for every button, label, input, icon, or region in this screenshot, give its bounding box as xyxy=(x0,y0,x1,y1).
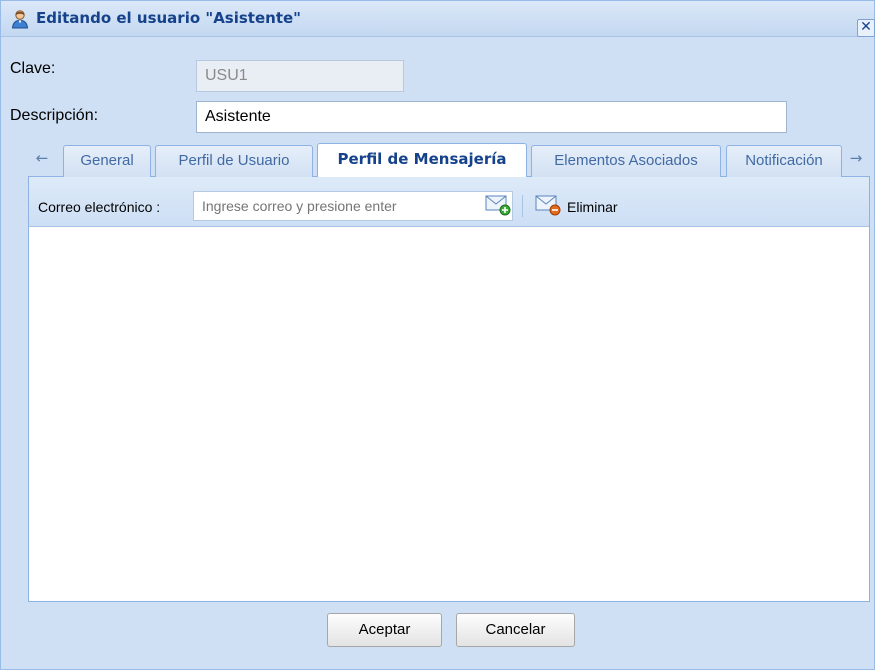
accept-button[interactable]: Aceptar xyxy=(327,613,442,647)
mail-add-icon[interactable] xyxy=(485,194,511,216)
tab-notificacion[interactable]: Notificación xyxy=(726,145,842,177)
cancel-button[interactable]: Cancelar xyxy=(456,613,575,647)
close-button[interactable]: ✕ xyxy=(857,19,875,37)
toolbar-separator xyxy=(522,195,523,217)
email-input[interactable] xyxy=(193,191,513,221)
tab-elementos-asociados[interactable]: Elementos Asociados xyxy=(531,145,721,177)
mail-delete-icon[interactable] xyxy=(535,194,561,216)
descripcion-field[interactable]: Asistente xyxy=(196,101,787,133)
close-icon: ✕ xyxy=(860,19,872,35)
tab-perfil-de-mensajeria[interactable]: Perfil de Mensajería xyxy=(317,143,527,178)
email-toolbar: Correo electrónico : Elimina xyxy=(29,177,869,227)
tab-perfil-de-usuario[interactable]: Perfil de Usuario xyxy=(155,145,313,177)
tab-strip: ← General Perfil de Usuario Perfil de Me… xyxy=(28,141,870,178)
clave-label: Clave: xyxy=(10,60,56,77)
messaging-profile-panel: Correo electrónico : Elimina xyxy=(28,177,870,602)
dialog-titlebar[interactable]: Editando el usuario "Asistente" xyxy=(1,1,874,37)
dialog-title: Editando el usuario "Asistente" xyxy=(36,9,301,27)
user-form: Clave: USU1 Descripción: Asistente xyxy=(2,38,873,142)
descripcion-label: Descripción: xyxy=(10,107,99,124)
email-list[interactable] xyxy=(29,228,869,601)
email-label: Correo electrónico : xyxy=(38,199,161,215)
tab-general[interactable]: General xyxy=(63,145,151,177)
clave-field: USU1 xyxy=(196,60,404,92)
edit-user-dialog: Editando el usuario "Asistente" ✕ Clave:… xyxy=(0,0,875,670)
delete-email-button[interactable]: Eliminar xyxy=(567,199,618,215)
tab-scroll-left-button[interactable]: ← xyxy=(32,141,52,176)
arrow-right-icon: → xyxy=(849,149,863,167)
tab-scroll-right-button[interactable]: → xyxy=(846,141,866,176)
user-icon xyxy=(10,9,30,29)
arrow-left-icon: ← xyxy=(35,149,49,167)
